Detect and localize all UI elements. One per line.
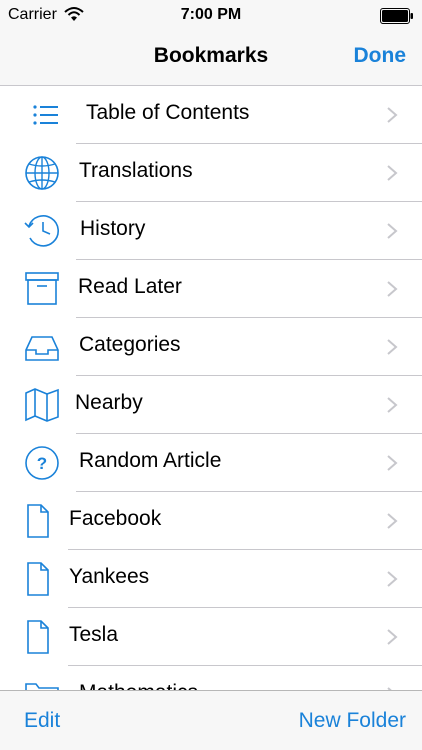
chevron-right-icon xyxy=(387,629,398,645)
list-item-read-later[interactable]: Read Later xyxy=(0,260,422,318)
list-item-mathematics[interactable]: Mathematics xyxy=(0,666,422,690)
document-icon xyxy=(27,562,49,596)
chevron-right-icon xyxy=(387,107,398,123)
list-item-label: Nearby xyxy=(75,391,143,414)
list-item-label: Mathematics xyxy=(79,681,198,690)
list-item-label: Table of Contents xyxy=(86,101,250,124)
chevron-right-icon xyxy=(387,397,398,413)
status-time: 7:00 PM xyxy=(180,6,242,23)
new-folder-button[interactable]: New Folder xyxy=(299,709,406,733)
list-item-label: History xyxy=(80,217,146,240)
chevron-right-icon xyxy=(387,281,398,297)
navigation-bar: Bookmarks Done xyxy=(0,30,422,86)
chevron-right-icon xyxy=(387,339,398,355)
map-icon xyxy=(25,388,59,422)
list-item-label: Translations xyxy=(79,159,193,182)
list-item-random-article[interactable]: ? Random Article xyxy=(0,434,422,492)
list-item-yankees[interactable]: Yankees xyxy=(0,550,422,608)
list-item-categories[interactable]: Categories xyxy=(0,318,422,376)
document-icon xyxy=(27,504,49,538)
globe-icon xyxy=(25,156,59,190)
history-clock-icon xyxy=(24,215,59,247)
list-item-history[interactable]: History xyxy=(0,202,422,260)
list-item-translations[interactable]: Translations xyxy=(0,144,422,202)
inbox-tray-icon xyxy=(25,336,59,361)
list-item-label: Read Later xyxy=(78,275,182,298)
list-icon xyxy=(33,105,58,125)
list-item-nearby[interactable]: Nearby xyxy=(0,376,422,434)
chevron-right-icon xyxy=(387,513,398,529)
status-bar: Carrier 7:00 PM xyxy=(0,0,422,30)
folder-icon xyxy=(25,683,59,690)
list-item-tesla[interactable]: Tesla xyxy=(0,608,422,666)
done-button[interactable]: Done xyxy=(354,44,407,68)
list-item-table-of-contents[interactable]: Table of Contents xyxy=(0,86,422,144)
edit-button[interactable]: Edit xyxy=(24,709,60,733)
bookmarks-list[interactable]: Table of Contents Translations History R… xyxy=(0,86,422,690)
list-item-label: Categories xyxy=(79,333,181,356)
bottom-toolbar: Edit New Folder xyxy=(0,690,422,750)
chevron-right-icon xyxy=(387,571,398,587)
chevron-right-icon xyxy=(387,165,398,181)
archive-box-icon xyxy=(25,272,59,305)
svg-text:?: ? xyxy=(37,454,47,473)
list-item-label: Yankees xyxy=(69,565,150,588)
question-circle-icon: ? xyxy=(25,446,59,480)
battery-icon xyxy=(380,8,413,24)
list-item-label: Facebook xyxy=(69,507,162,530)
list-item-facebook[interactable]: Facebook xyxy=(0,492,422,550)
chevron-right-icon xyxy=(387,455,398,471)
document-icon xyxy=(27,620,49,654)
list-item-label: Tesla xyxy=(69,623,119,646)
list-item-label: Random Article xyxy=(79,449,222,472)
chevron-right-icon xyxy=(387,223,398,239)
